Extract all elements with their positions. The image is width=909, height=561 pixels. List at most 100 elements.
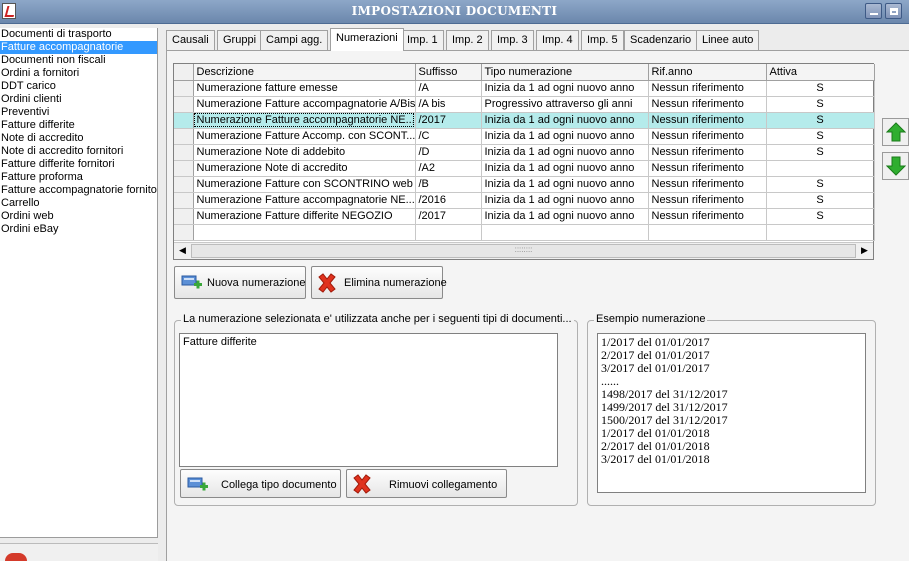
column-header-rif-anno[interactable]: Rif.anno xyxy=(648,64,767,81)
cell-descrizione[interactable]: Numerazione Fatture Accomp. con SCONT... xyxy=(193,128,416,145)
cell-suffisso[interactable]: /A2 xyxy=(415,160,482,177)
cell-descrizione[interactable]: Numerazione Note di addebito xyxy=(193,144,416,161)
horizontal-scrollbar[interactable]: ◀ :::::::: ▶ xyxy=(174,242,873,259)
table-row[interactable]: Numerazione Note di addebito/D Inizia da … xyxy=(174,144,875,161)
maximize-button[interactable] xyxy=(885,3,902,19)
tab-gruppi[interactable]: Gruppi xyxy=(217,30,263,50)
cell-suffisso[interactable]: /C xyxy=(415,128,482,145)
tab-imp-4[interactable]: Imp. 4 xyxy=(536,30,579,50)
cell-suffisso[interactable]: /A bis xyxy=(415,96,482,113)
cell-rif-anno[interactable]: Nessun riferimento xyxy=(648,192,767,209)
cell-rif-anno[interactable]: Nessun riferimento xyxy=(648,128,767,145)
cell-tipo-numerazione[interactable]: Inizia da 1 ad ogni nuovo anno xyxy=(481,192,649,209)
cell-attiva[interactable]: S xyxy=(766,128,875,145)
row-indicator[interactable] xyxy=(174,128,194,145)
row-indicator[interactable] xyxy=(174,176,194,193)
cell-suffisso[interactable]: /B xyxy=(415,176,482,193)
numbering-grid[interactable]: Descrizione Suffisso Tipo numerazione Ri… xyxy=(173,63,875,260)
document-type-item[interactable]: Fatture accompagnatorie fornito xyxy=(0,184,157,197)
document-type-item[interactable]: DDT carico xyxy=(0,80,157,93)
tab-imp-5[interactable]: Imp. 5 xyxy=(581,30,624,50)
cell-descrizione[interactable]: Numerazione Fatture accompagnatorie NE..… xyxy=(193,192,416,209)
move-up-button[interactable] xyxy=(882,118,909,146)
cell-attiva[interactable]: S xyxy=(766,96,875,113)
cell-tipo-numerazione[interactable]: Inizia da 1 ad ogni nuovo anno xyxy=(481,80,649,97)
document-type-item[interactable]: Ordini web xyxy=(0,210,157,223)
exit-icon[interactable] xyxy=(5,553,27,561)
row-indicator[interactable] xyxy=(174,208,194,225)
row-indicator[interactable] xyxy=(174,112,194,129)
row-indicator[interactable] xyxy=(174,160,194,177)
cell-rif-anno[interactable]: Nessun riferimento xyxy=(648,112,767,129)
cell-descrizione[interactable]: Numerazione Fatture con SCONTRINO web xyxy=(193,176,416,193)
table-row[interactable]: Numerazione Fatture differite NEGOZIO/20… xyxy=(174,208,875,225)
tab-campi-agg[interactable]: Campi agg. xyxy=(260,30,329,50)
cell-attiva[interactable]: S xyxy=(766,80,875,97)
cell-tipo-numerazione[interactable]: Inizia da 1 ad ogni nuovo anno xyxy=(481,208,649,225)
document-type-item[interactable]: Ordini clienti xyxy=(0,93,157,106)
cell-attiva[interactable]: S xyxy=(766,144,875,161)
cell-suffisso[interactable]: /A xyxy=(415,80,482,97)
cell-descrizione[interactable]: Numerazione fatture emesse xyxy=(193,80,416,97)
document-type-item[interactable]: Note di accredito xyxy=(0,132,157,145)
document-type-item[interactable]: Ordini eBay xyxy=(0,223,157,236)
cell-attiva[interactable]: S xyxy=(766,208,875,225)
table-row[interactable]: Numerazione Fatture Accomp. con SCONT...… xyxy=(174,128,875,145)
table-row[interactable]: Numerazione fatture emesse/A Inizia da 1 … xyxy=(174,80,875,97)
tab-scadenzario[interactable]: Scadenzario xyxy=(624,30,698,50)
cell-rif-anno[interactable]: Nessun riferimento xyxy=(648,144,767,161)
cell-attiva[interactable] xyxy=(766,160,875,177)
document-type-item[interactable]: Documenti di trasporto xyxy=(0,28,157,41)
cell-attiva[interactable]: S xyxy=(766,176,875,193)
document-type-item[interactable]: Fatture proforma xyxy=(0,171,157,184)
row-indicator[interactable] xyxy=(174,80,194,97)
table-row[interactable]: Numerazione Fatture accompagnatorie A/Bi… xyxy=(174,96,875,113)
remove-link-button[interactable]: Rimuovi collegamento xyxy=(346,469,507,498)
tab-imp-3[interactable]: Imp. 3 xyxy=(491,30,534,50)
document-type-item[interactable]: Carrello xyxy=(0,197,157,210)
table-row[interactable]: Numerazione Fatture con SCONTRINO web/B I… xyxy=(174,176,875,193)
row-indicator[interactable] xyxy=(174,192,194,209)
document-type-item[interactable]: Note di accredito fornitori xyxy=(0,145,157,158)
linked-document-item[interactable]: Fatture differite xyxy=(183,336,554,348)
linked-documents-list[interactable]: Fatture differite xyxy=(179,333,558,467)
tab-numerazioni[interactable]: Numerazioni xyxy=(330,28,404,51)
cell-descrizione[interactable]: Numerazione Fatture differite NEGOZIO xyxy=(193,208,416,225)
cell-rif-anno[interactable]: Nessun riferimento xyxy=(648,208,767,225)
cell-descrizione[interactable]: Numerazione Note di accredito xyxy=(193,160,416,177)
document-type-item[interactable]: Preventivi xyxy=(0,106,157,119)
scroll-thumb[interactable]: :::::::: xyxy=(191,244,856,258)
document-type-item[interactable]: Fatture accompagnatorie xyxy=(0,41,157,54)
cell-attiva[interactable]: S xyxy=(766,112,875,129)
cell-attiva[interactable]: S xyxy=(766,192,875,209)
cell-suffisso[interactable]: /2017 xyxy=(415,208,482,225)
cell-rif-anno[interactable]: Nessun riferimento xyxy=(648,96,767,113)
cell-suffisso[interactable]: /2017 xyxy=(415,112,482,129)
cell-suffisso[interactable]: /2016 xyxy=(415,192,482,209)
cell-suffisso[interactable]: /D xyxy=(415,144,482,161)
column-header-attiva[interactable]: Attiva xyxy=(766,64,875,81)
column-header-tipo-numerazione[interactable]: Tipo numerazione xyxy=(481,64,649,81)
tab-imp-1[interactable]: Imp. 1 xyxy=(401,30,444,50)
cell-descrizione[interactable]: Numerazione Fatture accompagnatorie NE..… xyxy=(193,112,416,129)
delete-numbering-button[interactable]: Elimina numerazione xyxy=(311,266,447,299)
document-type-item[interactable]: Fatture differite xyxy=(0,119,157,132)
document-type-item[interactable]: Ordini a fornitori xyxy=(0,67,157,80)
minimize-button[interactable] xyxy=(865,3,882,19)
cell-tipo-numerazione[interactable]: Inizia da 1 ad ogni nuovo anno xyxy=(481,176,649,193)
row-indicator[interactable] xyxy=(174,144,194,161)
column-header-descrizione[interactable]: Descrizione xyxy=(193,64,416,81)
cell-rif-anno[interactable]: Nessun riferimento xyxy=(648,176,767,193)
scroll-left-icon[interactable]: ◀ xyxy=(174,243,191,259)
table-row[interactable]: Numerazione Note di accredito/A2 Inizia d… xyxy=(174,160,875,177)
document-type-list[interactable]: Documenti di trasporto Fatture accompagna… xyxy=(0,28,158,538)
cell-tipo-numerazione[interactable]: Progressivo attraverso gli anni xyxy=(481,96,649,113)
cell-rif-anno[interactable]: Nessun riferimento xyxy=(648,160,767,177)
document-type-item[interactable]: Fatture differite fornitori xyxy=(0,158,157,171)
cell-tipo-numerazione[interactable]: Inizia da 1 ad ogni nuovo anno xyxy=(481,128,649,145)
link-document-type-button[interactable]: Collega tipo documento xyxy=(180,469,341,498)
new-numbering-button[interactable]: Nuova numerazione xyxy=(174,266,306,299)
row-indicator[interactable] xyxy=(174,96,194,113)
tab-imp-2[interactable]: Imp. 2 xyxy=(446,30,489,50)
cell-tipo-numerazione[interactable]: Inizia da 1 ad ogni nuovo anno xyxy=(481,144,649,161)
